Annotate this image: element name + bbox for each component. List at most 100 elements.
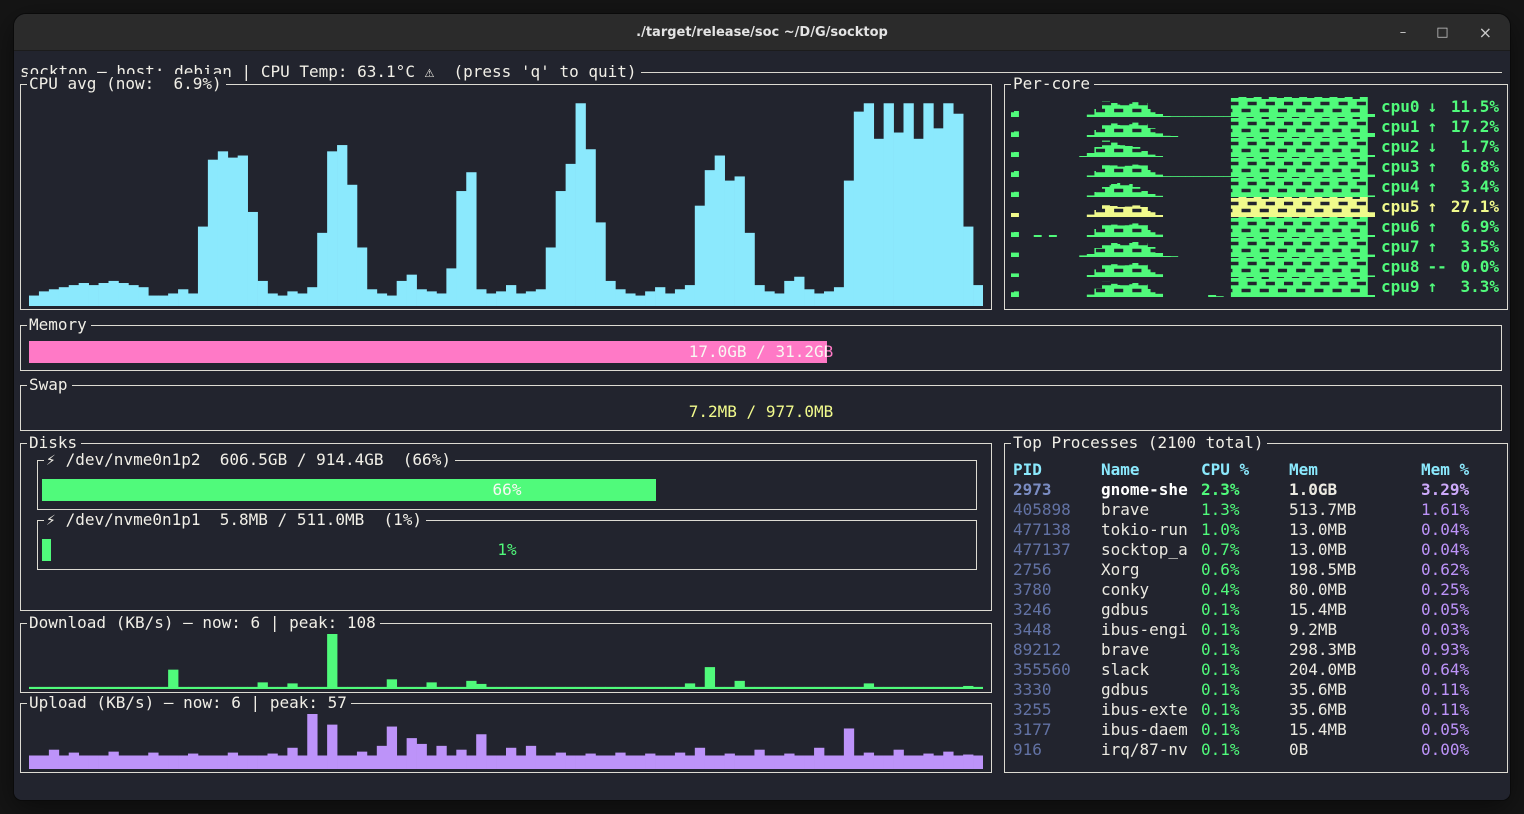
cell-name: ibus-exte xyxy=(1101,700,1201,720)
process-row: 3780conky0.4%80.0MB0.25% xyxy=(1013,580,1503,600)
process-table: PIDNameCPU %MemMem % 2973gnome-she2.3%1.… xyxy=(1013,460,1503,768)
process-row: 355560slack0.1%204.0MB0.64% xyxy=(1013,660,1503,680)
cell-cpu: 0.1% xyxy=(1201,640,1289,660)
cell-mem: 198.5MB xyxy=(1289,560,1421,580)
upload-chart xyxy=(29,714,983,769)
cell-pid: 3255 xyxy=(1013,700,1101,720)
core-label: cpu5↑27.1% xyxy=(1375,197,1501,217)
window-titlebar[interactable]: ./target/release/soc ~/D/G/socktop – □ × xyxy=(14,14,1510,51)
core-name: cpu9 xyxy=(1381,277,1420,297)
core-trend-arrow-icon: ↑ xyxy=(1428,157,1438,177)
cell-pid: 477138 xyxy=(1013,520,1101,540)
cell-memp: 0.64% xyxy=(1421,660,1503,680)
cell-mem: 298.3MB xyxy=(1289,640,1421,660)
core-percent: 0.0% xyxy=(1447,257,1501,277)
cell-name: tokio-run xyxy=(1101,520,1201,540)
disk-gauge-percent-label: 66% xyxy=(42,479,972,501)
cell-name: slack xyxy=(1101,660,1201,680)
cell-mem: 1.0GB xyxy=(1289,480,1421,500)
core-row-cpu8: cpu8 -- 0.0% xyxy=(1011,257,1501,277)
process-row: 3330gdbus0.1%35.6MB0.11% xyxy=(1013,680,1503,700)
cell-name: socktop_a xyxy=(1101,540,1201,560)
upload-panel: Upload (KB/s) — now: 6 | peak: 57 xyxy=(20,703,992,773)
core-sparkline xyxy=(1011,137,1375,157)
core-name: cpu7 xyxy=(1381,237,1420,257)
cell-pid: 916 xyxy=(1013,740,1101,760)
disk-gauge: ⚡/dev/nvme0n1p1 5.8MB / 511.0MB (1%)1% xyxy=(37,520,977,570)
core-name: cpu4 xyxy=(1381,177,1420,197)
column-header-mem-: Mem % xyxy=(1421,460,1503,480)
cell-mem: 15.4MB xyxy=(1289,600,1421,620)
process-row: 3448ibus-engi0.1%9.2MB0.03% xyxy=(1013,620,1503,640)
download-chart xyxy=(29,634,983,689)
disk-gauge-bar: 1% xyxy=(42,539,972,561)
cell-pid: 2973 xyxy=(1013,480,1101,500)
core-label: cpu7↑ 3.5% xyxy=(1375,237,1501,257)
process-row: 477138tokio-run1.0%13.0MB0.04% xyxy=(1013,520,1503,540)
core-name: cpu8 xyxy=(1381,257,1420,277)
cell-name: conky xyxy=(1101,580,1201,600)
cell-mem: 13.0MB xyxy=(1289,540,1421,560)
core-label: cpu8 -- 0.0% xyxy=(1375,257,1501,277)
cell-name: irq/87-nv xyxy=(1101,740,1201,760)
core-percent: 6.9% xyxy=(1437,217,1501,237)
cell-pid: 3448 xyxy=(1013,620,1101,640)
core-percent: 3.4% xyxy=(1437,177,1501,197)
download-panel: Download (KB/s) — now: 6 | peak: 108 xyxy=(20,623,992,693)
cell-pid: 89212 xyxy=(1013,640,1101,660)
per-core-panel: Per-core cpu0↓11.5%cpu1↑17.2%cpu2↓ 1.7%c… xyxy=(1004,84,1508,310)
memory-gauge: 17.0GB / 31.2GB 17.0GB / 31.2GB xyxy=(29,341,1493,363)
cell-memp: 0.03% xyxy=(1421,620,1503,640)
disk-gauge-title: ⚡/dev/nvme0n1p1 5.8MB / 511.0MB (1%) xyxy=(44,510,426,530)
core-sparkline xyxy=(1011,177,1375,197)
core-row-cpu0: cpu0↓11.5% xyxy=(1011,97,1501,117)
column-header-pid: PID xyxy=(1013,460,1101,480)
upload-panel-title: Upload (KB/s) — now: 6 | peak: 57 xyxy=(27,693,351,713)
cell-pid: 3177 xyxy=(1013,720,1101,740)
cpu-history-chart xyxy=(29,97,983,306)
core-sparkline xyxy=(1011,217,1375,237)
cell-pid: 3780 xyxy=(1013,580,1101,600)
cell-cpu: 0.1% xyxy=(1201,620,1289,640)
cell-cpu: 0.1% xyxy=(1201,600,1289,620)
core-label: cpu9 ↑ 3.3% xyxy=(1375,277,1501,297)
core-trend-arrow-icon: -- xyxy=(1428,257,1447,277)
window-controls: – □ × xyxy=(1400,14,1492,50)
disks-panel: Disks ⚡/dev/nvme0n1p2 606.5GB / 914.4GB … xyxy=(20,443,992,611)
per-core-list: cpu0↓11.5%cpu1↑17.2%cpu2↓ 1.7%cpu3↑ 6.8%… xyxy=(1011,97,1501,305)
core-label: cpu2↓ 1.7% xyxy=(1375,137,1501,157)
cell-mem: 15.4MB xyxy=(1289,720,1421,740)
core-percent: 6.8% xyxy=(1437,157,1501,177)
core-label: cpu6↑ 6.9% xyxy=(1375,217,1501,237)
cpu-avg-panel-title: CPU avg (now: 6.9%) xyxy=(27,74,226,94)
terminal-window: ./target/release/soc ~/D/G/socktop – □ ×… xyxy=(14,14,1510,800)
core-trend-arrow-icon: ↑ xyxy=(1428,177,1438,197)
process-table-header: PIDNameCPU %MemMem % xyxy=(1013,460,1503,480)
cell-cpu: 0.1% xyxy=(1201,700,1289,720)
swap-panel: Swap 7.2MB / 977.0MB xyxy=(20,385,1502,431)
core-trend-arrow-icon: ↑ xyxy=(1428,277,1438,297)
cell-name: gdbus xyxy=(1101,680,1201,700)
app-header: socktop — host: debian | CPU Temp: 63.1°… xyxy=(20,62,1502,81)
core-name: cpu0 xyxy=(1381,97,1420,117)
close-button[interactable]: × xyxy=(1479,26,1492,39)
cell-cpu: 1.0% xyxy=(1201,520,1289,540)
core-trend-arrow-icon: ↓ xyxy=(1428,97,1438,117)
core-trend-arrow-icon: ↑ xyxy=(1428,237,1438,257)
cell-name: brave xyxy=(1101,640,1201,660)
core-label: cpu0↓11.5% xyxy=(1375,97,1501,117)
process-row: 405898brave1.3%513.7MB1.61% xyxy=(1013,500,1503,520)
minimize-button[interactable]: – xyxy=(1400,26,1407,39)
column-header-cpu-: CPU % xyxy=(1201,460,1289,480)
maximize-button[interactable]: □ xyxy=(1436,26,1448,39)
download-panel-title: Download (KB/s) — now: 6 | peak: 108 xyxy=(27,613,380,633)
cell-mem: 513.7MB xyxy=(1289,500,1421,520)
cell-memp: 0.62% xyxy=(1421,560,1503,580)
cell-name: ibus-daem xyxy=(1101,720,1201,740)
cell-name: gdbus xyxy=(1101,600,1201,620)
core-percent: 3.3% xyxy=(1437,277,1501,297)
cell-memp: 3.29% xyxy=(1421,480,1503,500)
core-sparkline xyxy=(1011,117,1375,137)
cell-mem: 13.0MB xyxy=(1289,520,1421,540)
cell-memp: 0.00% xyxy=(1421,740,1503,760)
